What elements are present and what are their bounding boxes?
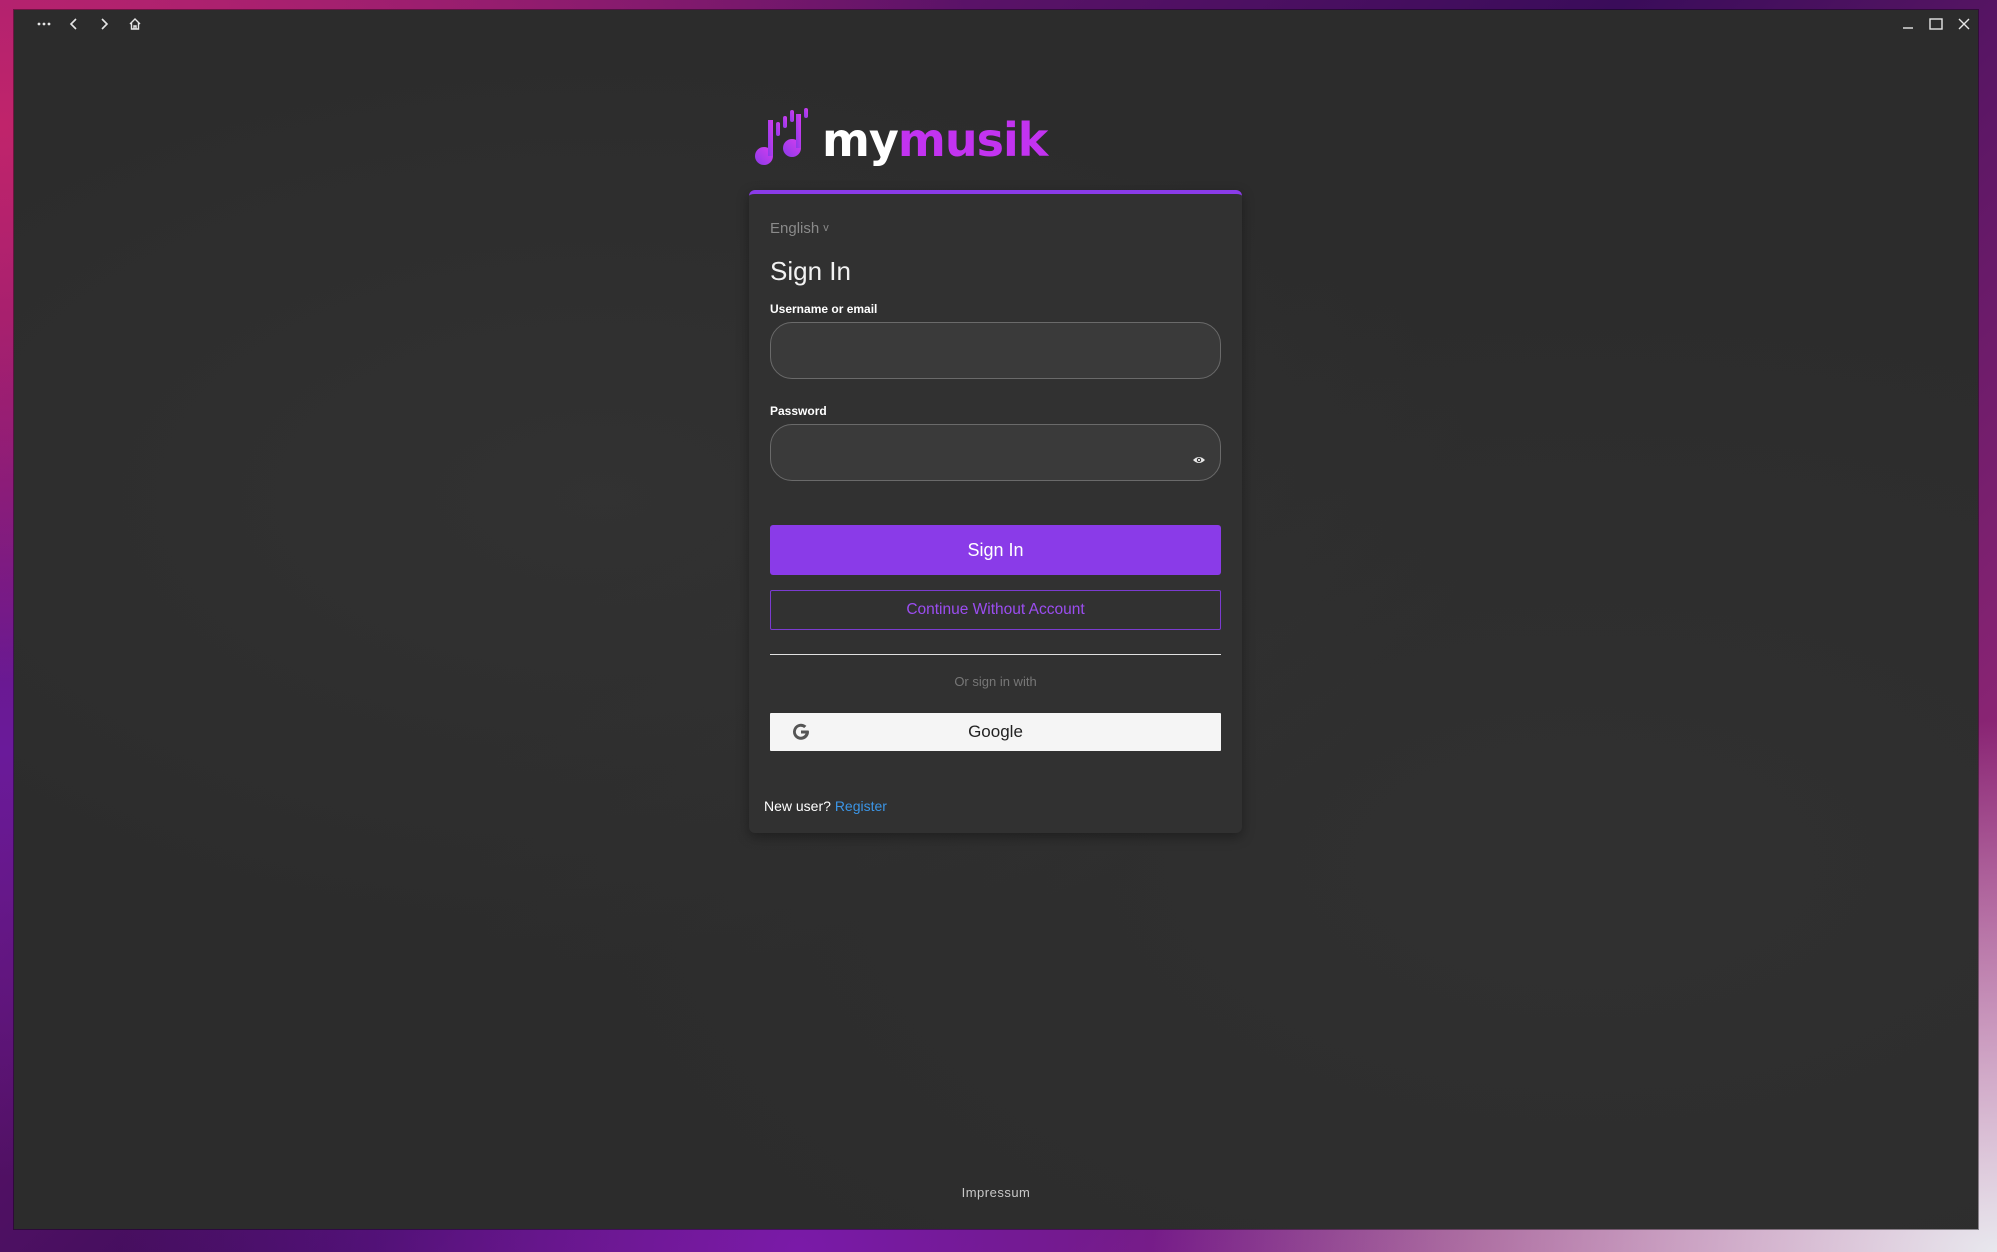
eye-icon[interactable] [1190, 453, 1208, 467]
language-selector[interactable]: English v [770, 220, 829, 237]
logo-wordmark: mymusik [822, 117, 1048, 163]
sign-in-button[interactable]: Sign In [770, 525, 1221, 575]
google-sign-in-button[interactable]: Google [770, 713, 1221, 751]
title-bar [14, 10, 1978, 38]
password-input[interactable] [770, 424, 1221, 481]
chevron-right-icon[interactable] [93, 14, 115, 34]
app-logo: mymusik [752, 106, 1048, 173]
more-horizontal-icon[interactable] [33, 14, 55, 34]
app-window: mymusik English v Sign In Username or ema… [14, 10, 1978, 1229]
logo-my-text: my [822, 112, 899, 167]
minimize-icon[interactable] [1897, 14, 1919, 34]
username-input[interactable] [770, 322, 1221, 379]
language-label: English [770, 220, 820, 237]
page-title: Sign In [770, 256, 851, 286]
close-icon[interactable] [1953, 14, 1975, 34]
username-label: Username or email [770, 302, 878, 316]
impressum-link[interactable]: Impressum [14, 1185, 1978, 1200]
divider [770, 654, 1221, 655]
maximize-icon[interactable] [1925, 14, 1947, 34]
home-icon[interactable] [124, 14, 146, 34]
chevron-left-icon[interactable] [63, 14, 85, 34]
continue-without-account-button[interactable]: Continue Without Account [770, 590, 1221, 630]
logo-musik-text: musik [897, 112, 1048, 167]
password-label: Password [770, 404, 827, 418]
new-user-text: New user? [764, 798, 831, 814]
music-note-logo-icon [752, 106, 814, 173]
or-sign-in-with-text: Or sign in with [954, 674, 1037, 689]
chevron-down-icon: v [823, 222, 829, 234]
google-g-icon [790, 721, 812, 743]
new-user-prompt: New user? Register [764, 798, 887, 814]
google-button-label: Google [968, 722, 1023, 741]
register-link[interactable]: Register [835, 798, 887, 814]
login-card: English v Sign In Username or email Passw… [749, 190, 1242, 833]
